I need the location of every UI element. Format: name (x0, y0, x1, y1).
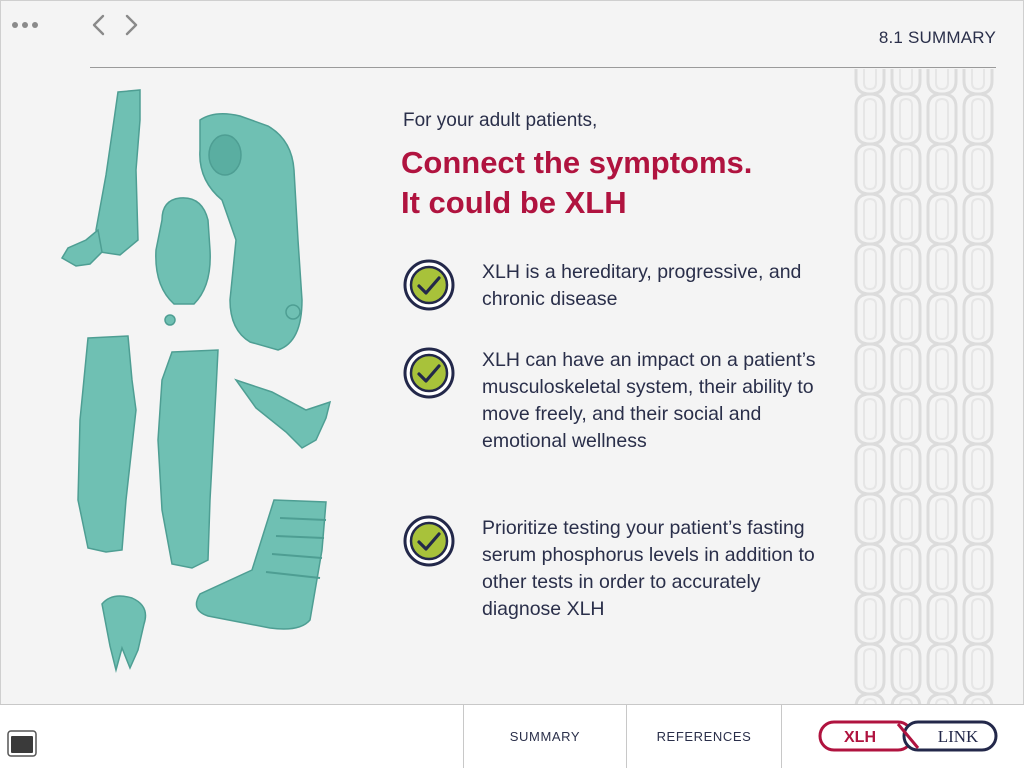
summary-point-text: XLH can have an impact on a patient’s mu… (482, 349, 816, 452)
tooth-piece (101, 595, 147, 673)
references-button[interactable]: REFERENCES (626, 705, 781, 768)
section-title: 8.1 SUMMARY (878, 28, 996, 47)
head-piece (155, 197, 211, 305)
logo-right-text: LINK (938, 727, 979, 746)
headline-line-2: It could be XLH (401, 185, 627, 220)
summary-button[interactable]: SUMMARY (463, 705, 626, 768)
page-headline: Connect the symptoms. It could be XLH (401, 143, 841, 223)
screen-icon[interactable] (7, 730, 37, 757)
chevron-right-icon[interactable] (121, 12, 141, 38)
header-divider (90, 67, 996, 68)
checkmark-circle-icon (403, 347, 455, 399)
figure-pieces-illustration (60, 89, 332, 673)
summary-point: XLH is a hereditary, progressive, and ch… (403, 259, 843, 313)
checkmark-circle-icon (403, 259, 455, 311)
chevron-left-icon[interactable] (89, 12, 109, 38)
summary-point: Prioritize testing your patient’s fastin… (403, 515, 843, 623)
headline-line-1: Connect the symptoms. (401, 145, 753, 180)
more-dots-icon[interactable] (12, 18, 44, 32)
intro-text: For your adult patients, (403, 110, 598, 131)
arm-piece (95, 89, 141, 256)
summary-point-text: Prioritize testing your patient’s fastin… (482, 517, 815, 620)
chain-pattern-decoration (852, 69, 996, 704)
leg-piece (77, 335, 137, 553)
summary-point: XLH can have an impact on a patient’s mu… (403, 347, 843, 455)
xlh-link-logo: XLH LINK (818, 720, 998, 752)
foot-piece (234, 378, 332, 449)
logo-left-text: XLH (844, 729, 876, 746)
checkmark-circle-icon (403, 515, 455, 567)
logo-cell: XLH LINK (781, 705, 1024, 768)
summary-point-text: XLH is a hereditary, progressive, and ch… (482, 261, 802, 310)
